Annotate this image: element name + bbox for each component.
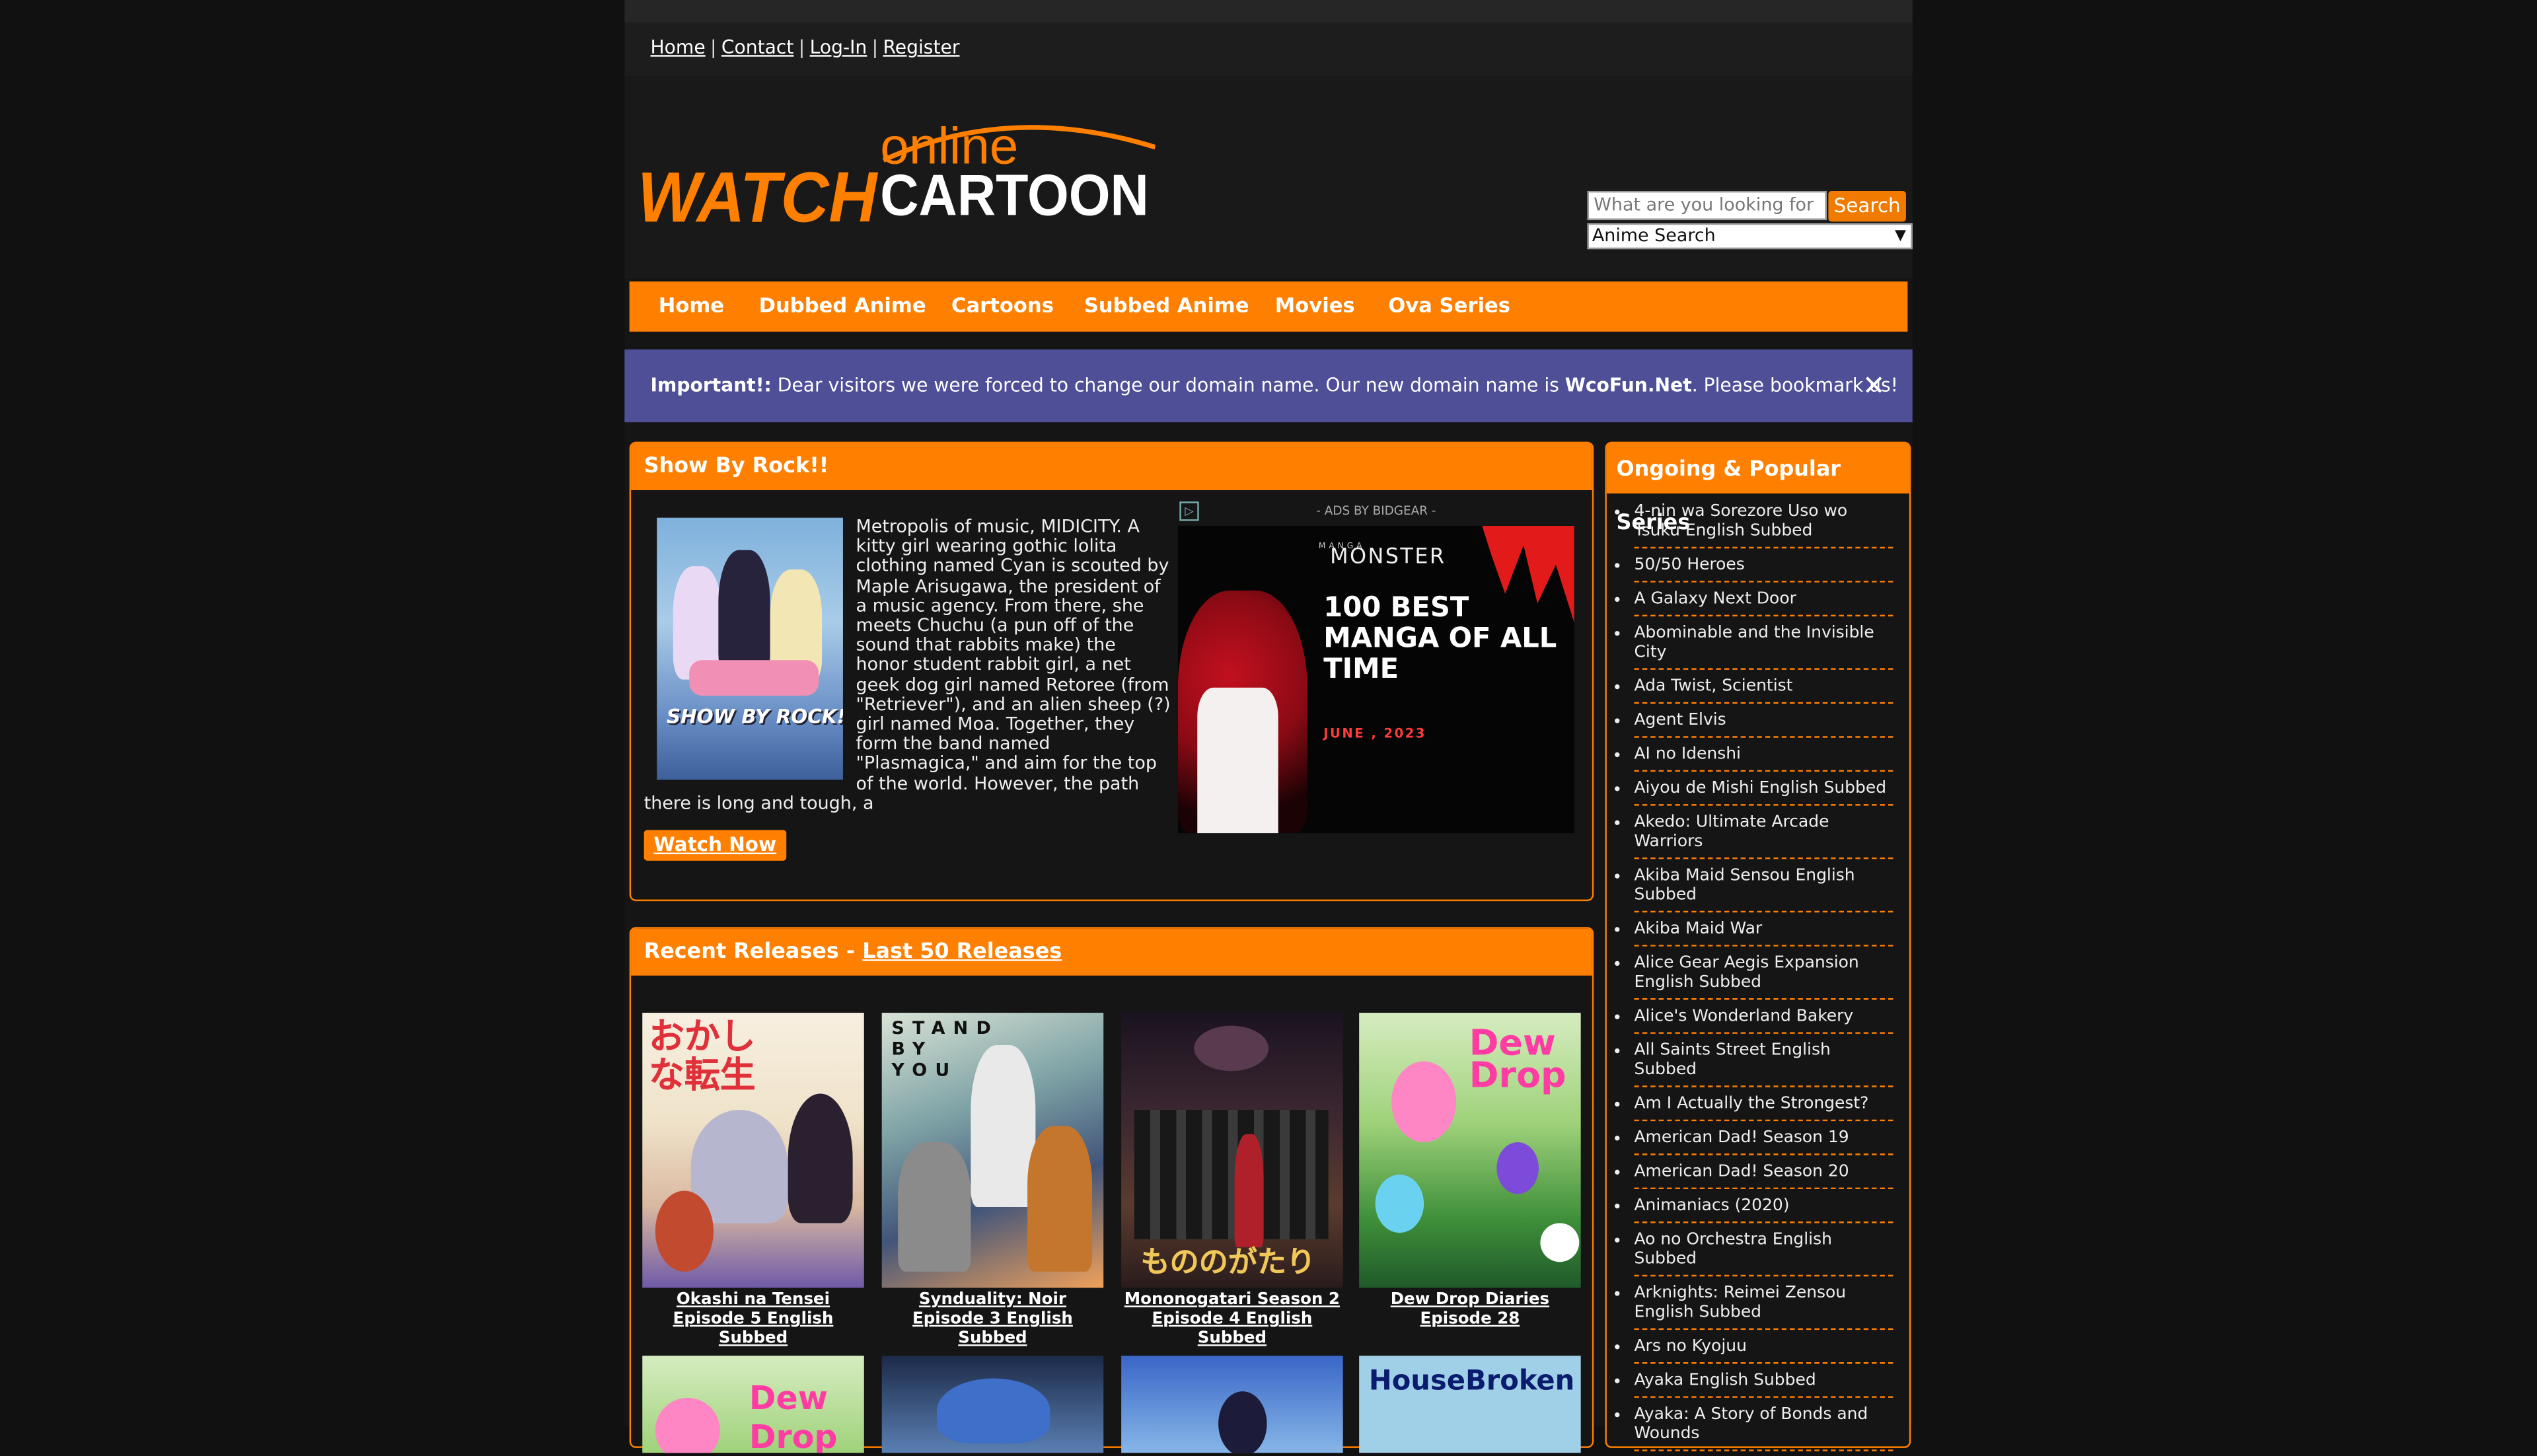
sidebar-series-link[interactable]: Agent Elvis (1634, 709, 1894, 738)
sidebar-series-link[interactable]: AI no Idenshi (1634, 743, 1894, 772)
search-button[interactable]: Search (1828, 190, 1906, 222)
ad-image[interactable]: MANGA MONSTER 100 BEST MANGA OF ALL TIME… (1177, 525, 1574, 834)
search-type-select[interactable]: Anime Search ▼ (1587, 223, 1913, 250)
ad-headline: 100 BEST MANGA OF ALL TIME (1323, 592, 1557, 686)
release-thumbnail[interactable]: もののがたり (1121, 1013, 1343, 1288)
release-caption[interactable]: Mononogatari Season 2 Episode 4 English … (1121, 1291, 1343, 1349)
sidebar-series-link[interactable]: Ayaka: A Story of Bonds and Wounds (1634, 1402, 1894, 1451)
main-nav: Home Dubbed Anime Cartoons Subbed Anime … (629, 281, 1908, 332)
thumbnail-title-art: Dew Drop (749, 1378, 838, 1453)
sidebar-series-link[interactable]: American Dad! Season 20 (1634, 1160, 1894, 1190)
top-link-register[interactable]: Register (883, 36, 959, 58)
close-icon[interactable]: ✕ (1862, 371, 1886, 403)
release-thumbnail[interactable]: おかしな転生 (642, 1013, 864, 1288)
release-tile[interactable]: もののがたり Mononogatari Season 2 Episode 4 E… (1121, 1013, 1343, 1349)
release-caption[interactable]: Synduality: Noir Episode 3 English Subbe… (882, 1291, 1104, 1349)
sidebar-series-link[interactable]: Ada Twist, Scientist (1634, 674, 1894, 704)
sidebar-series-link[interactable]: Alice Gear Aegis Expansion English Subbe… (1634, 951, 1894, 1000)
sidebar-series-link[interactable]: Am I Actually the Strongest? (1634, 1092, 1894, 1122)
top-link-home[interactable]: Home (650, 36, 705, 58)
nav-home[interactable]: Home (659, 293, 724, 317)
release-thumbnail[interactable]: Dew Drop (1359, 1013, 1581, 1288)
release-thumbnail[interactable]: Dew Drop (642, 1356, 864, 1453)
site-header: online WATCH CARTOON What are you lookin… (624, 76, 1913, 279)
sidebar-series-link[interactable]: Aiyou de Mishi English Subbed (1634, 777, 1894, 806)
domain-notice: Important!: Dear visitors we were forced… (624, 349, 1913, 423)
thumbnail-title-art: Dew Drop (1469, 1024, 1566, 1097)
release-thumbnail[interactable] (881, 1356, 1104, 1453)
sidebar-series-link[interactable]: A Galaxy Next Door (1634, 587, 1894, 617)
popular-series-sidebar: Ongoing & Popular Series 4-nin wa Sorezo… (1605, 441, 1911, 1451)
release-tile[interactable]: おかしな転生 Okashi na Tensei Episode 5 Englis… (642, 1013, 864, 1349)
recent-releases-header: Recent Releases - Last 50 Releases (631, 928, 1592, 976)
notice-label: Important!: (650, 373, 772, 397)
release-thumbnail[interactable]: STAND BY YOU (881, 1013, 1104, 1288)
top-link-login[interactable]: Log-In (810, 36, 867, 58)
watch-now-button[interactable]: Watch Now (643, 830, 786, 861)
featured-description-wrap: Metropolis of music, MIDICITY. A kitty g… (644, 517, 1171, 814)
sidebar-title: Ongoing & Popular Series (1606, 443, 1909, 536)
sidebar-series-link[interactable]: Ars no Kyojuu (1634, 1334, 1894, 1364)
top-link-contact[interactable]: Contact (721, 36, 794, 58)
nav-subbed-anime[interactable]: Subbed Anime (1084, 293, 1249, 317)
thumbnail-title-art: STAND BY YOU (891, 1017, 1000, 1081)
separator: | (871, 35, 879, 59)
notice-domain: WcoFun.Net (1564, 373, 1692, 397)
chevron-down-icon: ▼ (1894, 228, 1906, 244)
nav-cartoons[interactable]: Cartoons (951, 293, 1054, 317)
search-input[interactable]: What are you looking for (1587, 190, 1827, 221)
thumbnail-title-art: もののがたり (1140, 1245, 1316, 1280)
release-tile[interactable]: Dew Drop Dew Drop Diaries Episode 28 (1359, 1013, 1581, 1330)
logo-watch-text: WATCH (638, 157, 878, 232)
sidebar-series-link[interactable]: 50/50 Heroes (1634, 554, 1894, 583)
sidebar-series-link[interactable]: Akiba Maid War (1634, 918, 1894, 947)
ad-brand: MONSTER (1330, 545, 1446, 570)
sidebar-series-link[interactable]: All Saints Street English Subbed (1634, 1038, 1894, 1087)
separator: | (798, 35, 805, 59)
featured-show-box: Show By Rock!! SHOW BY ROCK!! Metropolis… (629, 441, 1594, 902)
release-tile[interactable]: STAND BY YOU Synduality: Noir Episode 3 … (881, 1013, 1104, 1349)
sidebar-series-link[interactable]: Abominable and the Invisible City (1634, 621, 1894, 670)
recent-releases-box: Recent Releases - Last 50 Releases おかしな転… (629, 927, 1594, 1453)
top-strip (624, 0, 1913, 23)
release-caption[interactable]: Dew Drop Diaries Episode 28 (1359, 1291, 1581, 1330)
recent-title: Recent Releases - (643, 939, 863, 965)
separator: | (710, 35, 717, 59)
sidebar-series-link[interactable]: Alice's Wonderland Bakery (1634, 1005, 1894, 1034)
ad-date: JUNE , 2023 (1323, 726, 1426, 741)
ad-label: - ADS BY BIDGEAR - (1316, 503, 1436, 518)
site-logo[interactable]: online WATCH CARTOON (638, 112, 1156, 237)
last-50-releases-link[interactable]: Last 50 Releases (862, 940, 1062, 965)
sidebar-series-link[interactable]: Ayaka English Subbed (1634, 1369, 1894, 1398)
thumbnail-title-art: おかしな転生 (649, 1017, 756, 1097)
sidebar-series-link[interactable]: Akedo: Ultimate Arcade Warriors (1634, 811, 1894, 859)
sidebar-series-link[interactable]: 4-nin wa Sorezore Uso wo Tsuku English S… (1634, 500, 1894, 549)
release-caption[interactable]: Okashi na Tensei Episode 5 English Subbe… (642, 1291, 864, 1349)
top-links-bar: Home | Contact | Log-In | Register (624, 22, 1913, 77)
release-thumbnail[interactable]: HouseBroken (1359, 1356, 1581, 1453)
sidebar-series-link[interactable]: Akiba Maid Sensou English Subbed (1634, 864, 1894, 913)
sidebar-series-link[interactable]: Arknights: Reimei Zensou English Subbed (1634, 1282, 1894, 1330)
nav-dubbed-anime[interactable]: Dubbed Anime (759, 293, 926, 317)
nav-ova-series[interactable]: Ova Series (1388, 293, 1510, 317)
thumbnail-title-art: HouseBroken (1368, 1365, 1575, 1398)
logo-cartoon-text: CARTOON (880, 163, 1149, 228)
sidebar-series-link[interactable]: American Dad! Season 19 (1634, 1126, 1894, 1155)
sidebar-series-link[interactable]: Ao no Orchestra English Subbed (1634, 1228, 1894, 1277)
search-type-value: Anime Search (1592, 225, 1716, 246)
advertisement[interactable]: ▷ - ADS BY BIDGEAR - MANGA MONSTER 100 B… (1176, 498, 1576, 834)
nav-movies[interactable]: Movies (1275, 293, 1355, 317)
release-thumbnail[interactable] (1121, 1356, 1343, 1453)
notice-text: Dear visitors we were forced to change o… (771, 373, 1565, 397)
sidebar-series-link[interactable]: Animaniacs (2020) (1634, 1194, 1894, 1223)
series-list: 4-nin wa Sorezore Uso wo Tsuku English S… (1610, 493, 1894, 1456)
featured-title: Show By Rock!! (631, 443, 1592, 491)
